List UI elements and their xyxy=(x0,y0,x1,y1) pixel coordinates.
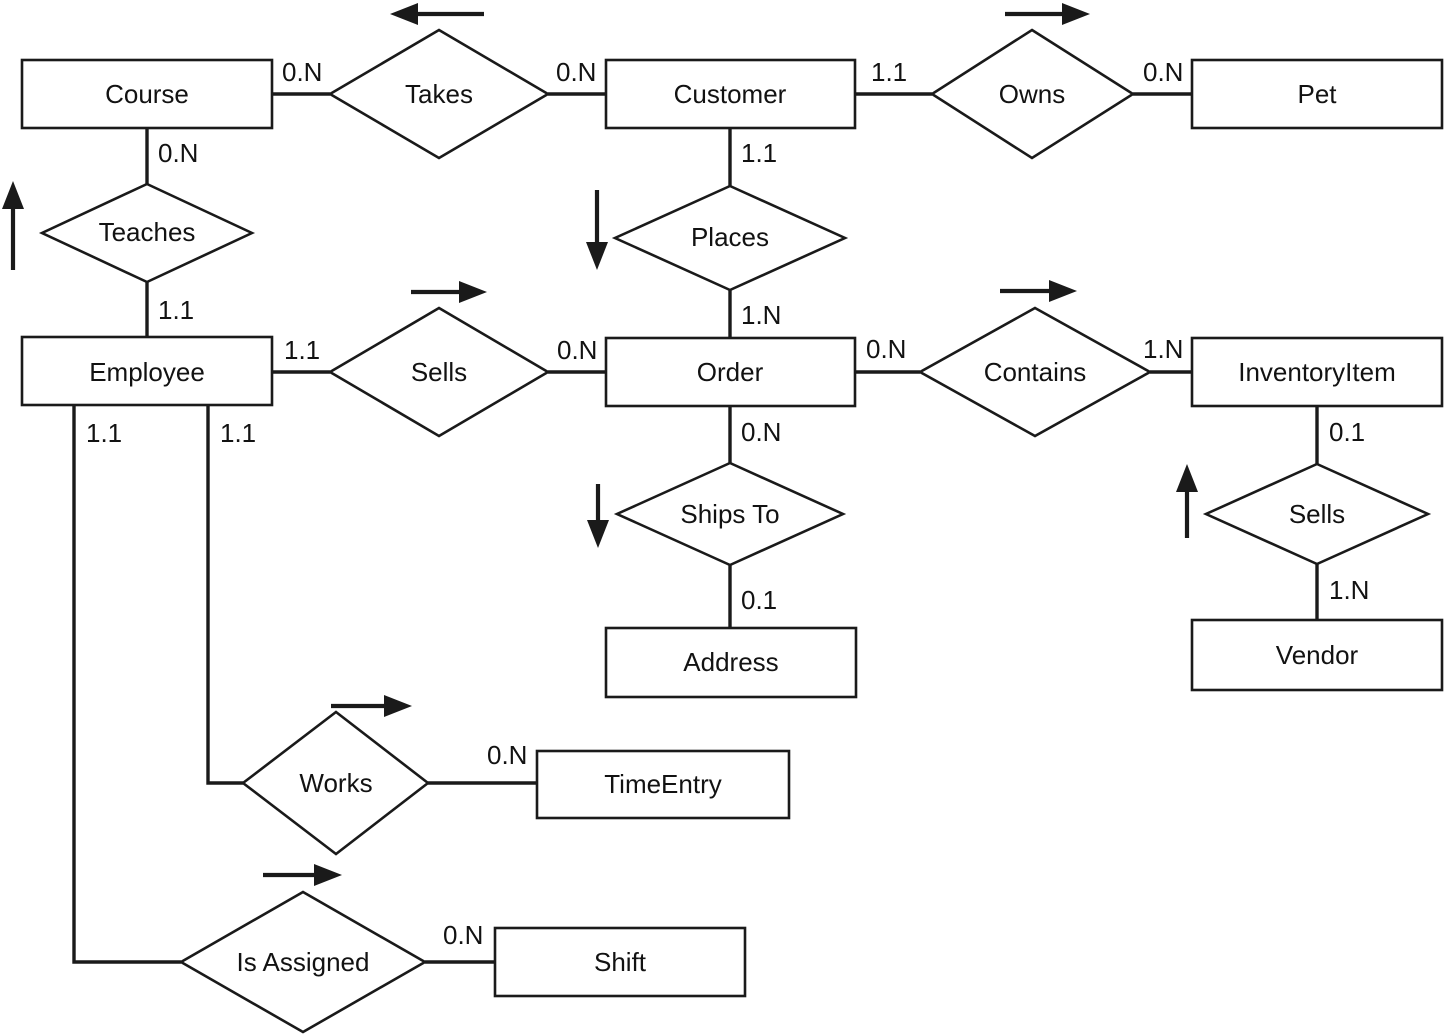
entity-vendor-label: Vendor xyxy=(1276,640,1359,670)
entity-shift-label: Shift xyxy=(594,947,647,977)
cardinality-sells-vendor: 1.N xyxy=(1329,575,1369,605)
relationship-shipsto[interactable]: Ships To xyxy=(613,461,847,567)
entity-inventoryitem[interactable]: InventoryItem xyxy=(1190,336,1444,408)
cardinality-shipsto-address: 0.1 xyxy=(741,585,777,615)
relationship-places[interactable]: Places xyxy=(611,184,849,292)
entity-vendor[interactable]: Vendor xyxy=(1190,618,1444,692)
relationship-sells-employee-order[interactable]: Sells xyxy=(327,306,551,438)
cardinality-contains-inventoryitem: 1.N xyxy=(1143,334,1183,364)
cardinality-owns-pet: 0.N xyxy=(1143,57,1183,87)
relationship-shipsto-label: Ships To xyxy=(680,499,779,529)
entity-employee-label: Employee xyxy=(89,357,205,387)
cardinality-teaches-employee: 1.1 xyxy=(158,295,194,325)
relationship-sells-vendor-label: Sells xyxy=(1289,499,1345,529)
cardinality-takes-customer: 0.N xyxy=(556,57,596,87)
entity-customer[interactable]: Customer xyxy=(604,58,857,130)
entity-address[interactable]: Address xyxy=(604,626,858,699)
sells-vendor-direction-arrow-icon xyxy=(1176,464,1198,538)
relationship-places-label: Places xyxy=(691,222,769,252)
cardinality-employee-isassigned: 1.1 xyxy=(86,418,122,448)
entity-timeentry[interactable]: TimeEntry xyxy=(535,749,791,820)
cardinality-employee-works: 1.1 xyxy=(220,418,256,448)
contains-direction-arrow-icon xyxy=(1000,280,1077,302)
cardinality-sells-order: 0.N xyxy=(557,335,597,365)
cardinality-isassigned-shift: 0.N xyxy=(443,920,483,950)
line-employee-works xyxy=(206,405,243,785)
er-diagram-canvas: Takes Owns Teaches Places Sells Contains… xyxy=(0,0,1448,1034)
relationship-teaches-label: Teaches xyxy=(99,217,196,247)
relationship-isassigned[interactable]: Is Assigned xyxy=(178,890,428,1034)
owns-direction-arrow-icon xyxy=(1005,3,1090,25)
relationship-owns[interactable]: Owns xyxy=(929,28,1136,160)
entity-pet-label: Pet xyxy=(1297,79,1337,109)
cardinality-course-teaches: 0.N xyxy=(158,138,198,168)
relationship-owns-label: Owns xyxy=(999,79,1065,109)
sells-employee-direction-arrow-icon xyxy=(411,281,487,303)
relationship-isassigned-label: Is Assigned xyxy=(237,947,370,977)
shipsto-direction-arrow-icon xyxy=(587,484,609,548)
works-direction-arrow-icon xyxy=(331,695,412,717)
cardinality-course-takes: 0.N xyxy=(282,57,322,87)
er-diagram-svg: Takes Owns Teaches Places Sells Contains… xyxy=(2,3,1444,1034)
cardinality-works-timeentry: 0.N xyxy=(487,740,527,770)
cardinality-order-shipsto: 0.N xyxy=(741,417,781,447)
cardinality-customer-owns: 1.1 xyxy=(871,57,907,87)
relationship-sells-inventory-vendor[interactable]: Sells xyxy=(1202,462,1432,566)
relationship-sells-employee-label: Sells xyxy=(411,357,467,387)
cardinality-order-contains: 0.N xyxy=(866,334,906,364)
entity-order[interactable]: Order xyxy=(604,336,857,408)
cardinality-employee-sells: 1.1 xyxy=(284,335,320,365)
entity-inventoryitem-label: InventoryItem xyxy=(1238,357,1396,387)
entity-customer-label: Customer xyxy=(674,79,787,109)
entity-order-label: Order xyxy=(697,357,764,387)
isassigned-direction-arrow-icon xyxy=(263,864,342,886)
entity-course-label: Course xyxy=(105,79,189,109)
line-employee-isassigned xyxy=(72,405,181,964)
relationship-works[interactable]: Works xyxy=(240,710,431,856)
relationship-works-label: Works xyxy=(299,768,372,798)
relationship-takes[interactable]: Takes xyxy=(327,28,551,160)
entity-address-label: Address xyxy=(683,647,778,677)
takes-direction-arrow-icon xyxy=(390,3,484,25)
cardinality-customer-places: 1.1 xyxy=(741,138,777,168)
entity-employee[interactable]: Employee xyxy=(20,335,274,407)
teaches-direction-arrow-icon xyxy=(2,181,24,270)
entity-course[interactable]: Course xyxy=(20,58,274,130)
relationship-takes-label: Takes xyxy=(405,79,473,109)
relationship-contains[interactable]: Contains xyxy=(917,306,1153,438)
relationship-contains-label: Contains xyxy=(984,357,1087,387)
cardinality-places-order: 1.N xyxy=(741,300,781,330)
places-direction-arrow-icon xyxy=(586,190,608,270)
entity-timeentry-label: TimeEntry xyxy=(604,769,722,799)
cardinality-inventoryitem-sells: 0.1 xyxy=(1329,417,1365,447)
entity-shift[interactable]: Shift xyxy=(493,926,747,998)
relationship-teaches[interactable]: Teaches xyxy=(38,182,256,284)
entity-pet[interactable]: Pet xyxy=(1190,58,1444,130)
